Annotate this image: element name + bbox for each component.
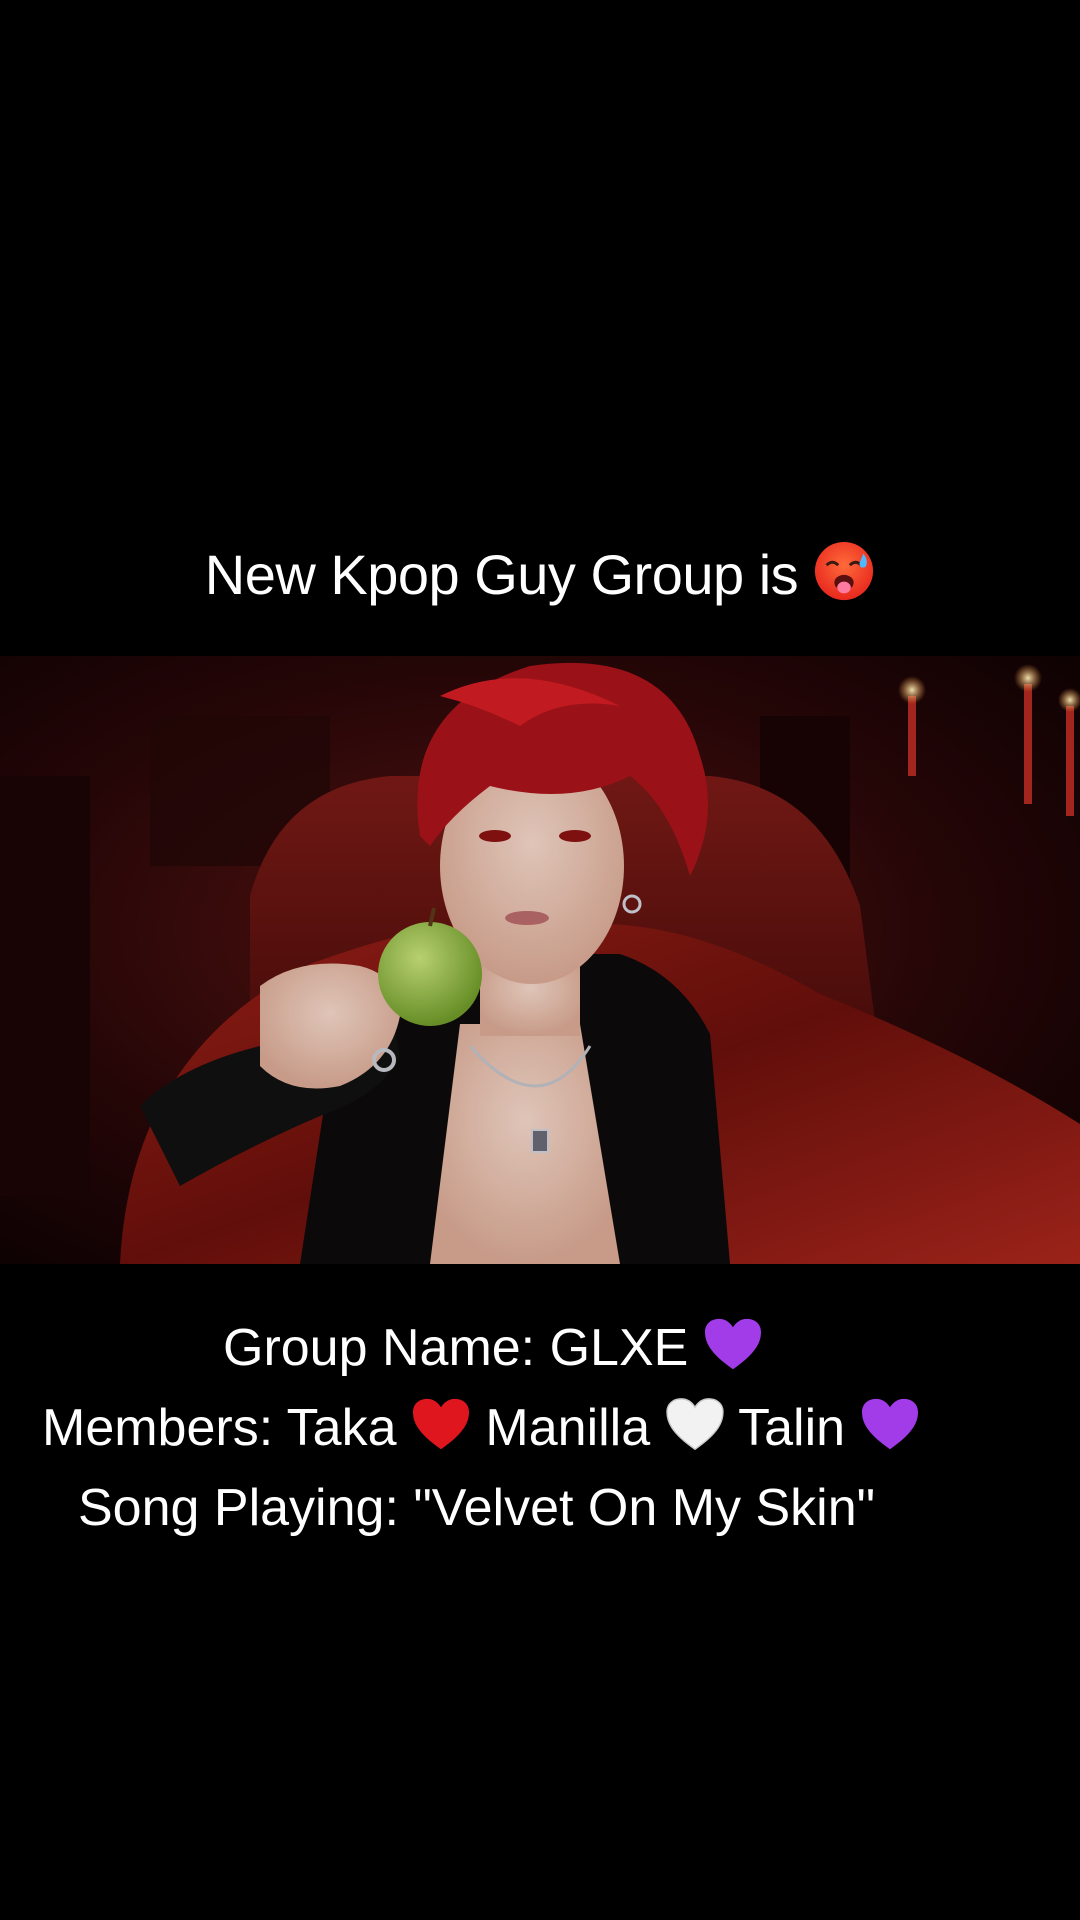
red-heart-icon <box>411 1396 471 1476</box>
member-name-manilla: Manilla <box>485 1399 651 1457</box>
song-playing-line: Song Playing: "Velvet On My Skin" <box>78 1479 876 1537</box>
purple-heart-icon <box>860 1396 920 1476</box>
hot-face-emoji-icon <box>813 540 875 618</box>
video-frame[interactable]: New Kpop Guy Group is Group Name: GLXE M… <box>0 0 1080 1920</box>
headline-text: New Kpop Guy Group is <box>204 543 799 606</box>
members-prefix: Members: <box>42 1399 274 1457</box>
group-name-line: Group Name: GLXE <box>223 1308 763 1396</box>
white-heart-icon <box>665 1396 725 1476</box>
idol-portrait-image-icon <box>0 656 1080 1264</box>
headline: New Kpop Guy Group is <box>0 540 1080 618</box>
purple-heart-icon <box>703 1316 763 1396</box>
member-name-talin: Talin <box>738 1399 846 1457</box>
member-name-taka: Taka <box>286 1399 397 1457</box>
members-line: Members: Taka Manilla Talin <box>42 1388 920 1476</box>
group-name-text: Group Name: GLXE <box>223 1319 689 1377</box>
